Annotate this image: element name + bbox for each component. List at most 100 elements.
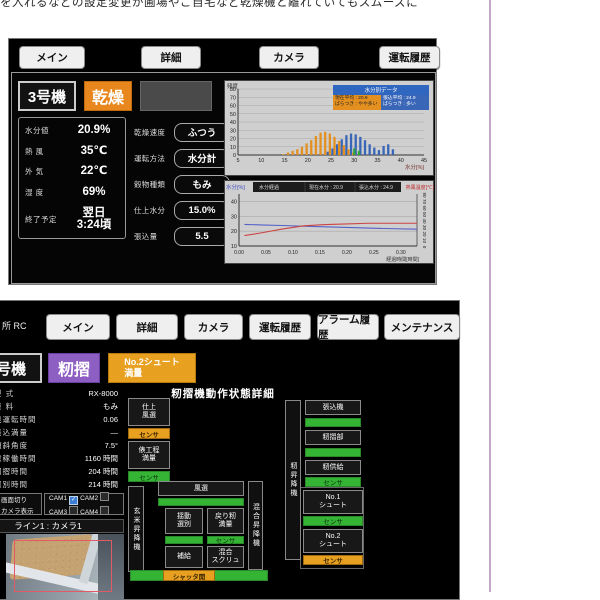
svg-text:5: 5 (236, 158, 239, 164)
dryer-nav-4[interactable]: 運転履歴 (379, 46, 440, 69)
dryer-setting-row: 張込量5.5 (134, 227, 232, 245)
camera-checkbox-cam3[interactable] (69, 506, 78, 515)
huller-nav-3[interactable]: カメラ (184, 314, 243, 340)
svg-text:30: 30 (231, 214, 237, 220)
camera-option-label: CAM3 (49, 509, 67, 516)
svg-text:60: 60 (422, 205, 427, 211)
svg-text:0.20: 0.20 (342, 250, 352, 256)
camera-select-line: CAM1✓CAM2 (49, 492, 123, 505)
huller-nav-5[interactable]: アラーム履歴 (317, 314, 379, 340)
dryer-setting-label: 張込量 (134, 231, 174, 242)
svg-text:15: 15 (281, 158, 287, 164)
huller-nav-4[interactable]: 運転履歴 (249, 314, 311, 340)
camera-option-label: CAM1 (49, 495, 67, 502)
legend-entry-1: 現在平均 : 20.9ばらつき : やや多い (333, 95, 381, 110)
svg-text:40: 40 (231, 199, 237, 205)
machine-info-label: 残運転時間 (0, 414, 52, 425)
svg-text:0.25: 0.25 (369, 250, 379, 256)
camera-feed-image (6, 534, 124, 600)
svg-text:10: 10 (258, 158, 264, 164)
machine-info-label: 張込満量 (0, 427, 52, 438)
svg-text:50: 50 (230, 112, 236, 118)
dryer-stat-row: 熱 風35℃ (19, 145, 125, 158)
legend-entries: 現在平均 : 20.9ばらつき : やや多い張込平均 : 24.9ばらつき : … (333, 95, 429, 110)
dryer-setting-value[interactable]: 15.0% (174, 201, 230, 220)
legend-line: ばらつき : やや多い (335, 102, 379, 108)
page-column-divider (489, 0, 491, 592)
diagram-c10-node: センサ (303, 555, 363, 565)
svg-text:40: 40 (422, 218, 427, 224)
moisture-histogram-card: 0102030405060708051015202530354045頻度水分[%… (224, 80, 434, 176)
diagram-a2-node: センサ (128, 428, 170, 439)
dryer-nav-2[interactable]: 詳細 (141, 46, 201, 69)
camera-option-label: CAM4 (80, 509, 98, 516)
svg-text:0: 0 (422, 246, 427, 249)
diagram-b3-node: 揺動 選別 (165, 508, 203, 534)
dryer-stat-value: 翌日 3:24頃 (63, 207, 125, 232)
dryer-setting-value[interactable]: 水分計 (174, 149, 230, 168)
machine-info-label: 籾摺時間 (0, 466, 52, 477)
machine-info-row: 型 式RX-8000 (0, 387, 124, 400)
machine-info-row: 原 料もみ (0, 400, 124, 413)
svg-text:60: 60 (230, 104, 236, 110)
huller-nav-1[interactable]: メイン (46, 314, 110, 340)
dryer-stat-value: 69% (63, 186, 125, 199)
dryer-setting-label: 乾燥速度 (134, 127, 174, 138)
machine-info-label: 選別時間 (0, 479, 52, 490)
dryer-setting-row: 仕上水分15.0% (134, 201, 232, 219)
dryer-nav-3[interactable]: カメラ (259, 46, 319, 69)
diagram-b4-node: 戻り籾 満量 (207, 508, 244, 534)
dryer-nav-1[interactable]: メイン (19, 46, 85, 69)
svg-text:30: 30 (230, 128, 236, 134)
svg-text:0.30: 0.30 (396, 250, 406, 256)
legend-title: 水分別データ (333, 85, 429, 95)
machine-info-value: 204 時間 (52, 466, 124, 477)
diagram-c7-node: No.1 シュート (303, 490, 363, 514)
camera-select-line: CAM3 CAM4 (49, 506, 123, 516)
camera-select-options: CAM1✓CAM2 CAM3 CAM4 (44, 493, 124, 515)
dryer-setting-row: 運転方法水分計 (134, 149, 232, 167)
dryer-stat-value: 20.9% (63, 124, 125, 137)
huller-nav-6[interactable]: メンテナンス (384, 314, 460, 340)
diagram-title: 籾摺機動作状態詳細 (148, 386, 298, 401)
dryer-setting-value[interactable]: もみ (174, 175, 230, 194)
dryer-stat-row: 終了予定翌日 3:24頃 (19, 207, 125, 232)
camera-checkbox-cam2[interactable] (100, 492, 109, 501)
svg-text:10: 10 (422, 238, 427, 244)
svg-text:20: 20 (305, 158, 311, 164)
page: を入れるなどの設定変更が圃場やご自宅など乾燥機と離れていてもスムーズに メイン詳… (0, 0, 600, 600)
dryer-setting-value[interactable]: ふつう (174, 123, 230, 142)
svg-text:40: 40 (230, 120, 236, 126)
dryer-mode-badge: 乾燥 (84, 81, 132, 111)
dryer-stat-label: 水分値 (19, 125, 63, 136)
svg-text:30: 30 (351, 158, 357, 164)
svg-text:70: 70 (230, 95, 236, 101)
svg-text:頻度: 頻度 (227, 82, 239, 90)
dryer-stat-value: 22℃ (63, 165, 125, 178)
diagram-c6-node: センサ (305, 477, 361, 487)
diagram-e1-elevator: 玄米昇降機 (128, 486, 144, 572)
svg-text:水分経過: 水分経過 (259, 184, 279, 191)
diagram-e2-elevator: 混合昇降機 (248, 481, 263, 570)
svg-text:0.00: 0.00 (234, 250, 244, 256)
dryer-setting-label: 運転方法 (134, 153, 174, 164)
diagram-a3-node: 俵工程 満量 (128, 441, 170, 469)
diagram-c9-node: No.2 シュート (303, 529, 363, 553)
diagram-c1-node: 張込機 (305, 400, 361, 415)
machine-info-value: 0.06 (52, 415, 124, 424)
camera-checkbox-cam4[interactable] (100, 506, 109, 515)
dryer-setting-row: 乾燥速度ふつう (134, 123, 232, 141)
svg-text:50: 50 (422, 212, 427, 218)
svg-text:20: 20 (230, 137, 236, 143)
svg-text:70: 70 (422, 199, 427, 205)
machine-info-value: 214 時間 (52, 479, 124, 490)
diagram-b5-status-bar (165, 536, 203, 544)
svg-text:10: 10 (230, 145, 236, 151)
machine-info-row: 籾摺時間204 時間 (0, 465, 124, 478)
dryer-setting-value[interactable]: 5.5 (174, 227, 230, 246)
huller-nav-2[interactable]: 詳細 (116, 314, 178, 340)
svg-text:経過時間[時間]: 経過時間[時間] (386, 256, 419, 263)
svg-text:30: 30 (422, 225, 427, 231)
legend-line: ばらつき : 多い (383, 102, 427, 108)
camera-checkbox-cam1[interactable]: ✓ (69, 496, 78, 505)
